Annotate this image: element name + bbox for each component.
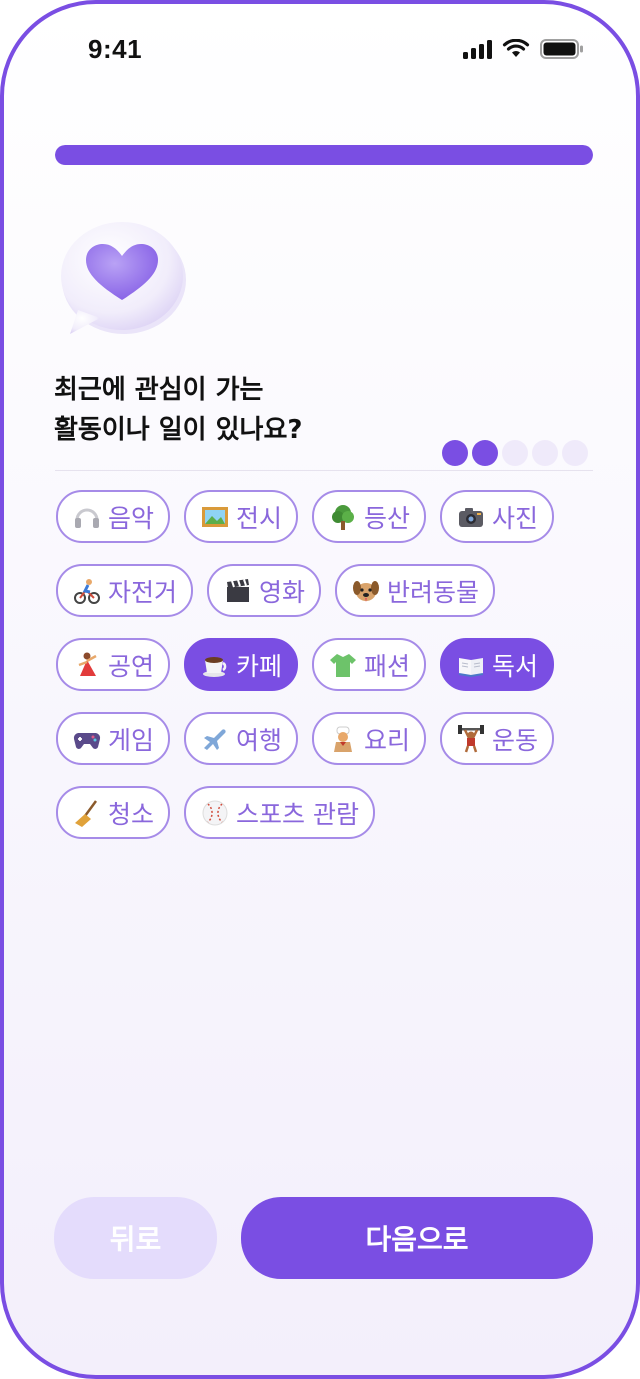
progress-fill [55, 145, 593, 165]
interest-chip-label: 게임 [108, 725, 155, 755]
interest-chip[interactable]: 자전거 [56, 564, 194, 617]
interest-chip[interactable]: 사진 [440, 490, 555, 543]
broom-icon [72, 798, 102, 828]
interest-chip[interactable]: 공연 [56, 638, 171, 691]
camera-icon [456, 502, 486, 532]
interest-chip[interactable]: 청소 [56, 786, 171, 839]
question-title: 최근에 관심이 가는 활동이나 일이 있나요? [54, 370, 434, 450]
divider [55, 470, 593, 471]
interest-chip-label: 카페 [236, 651, 283, 681]
dancer-icon [72, 650, 102, 680]
wifi-icon [502, 39, 530, 57]
tree-icon [328, 502, 358, 532]
interest-chip-label: 요리 [364, 725, 411, 755]
interest-chip[interactable]: 패션 [312, 638, 427, 691]
airplane-icon [200, 724, 230, 754]
step-indicator [442, 440, 588, 466]
interest-chip-label: 공연 [108, 651, 155, 681]
interest-chip-label: 청소 [108, 799, 155, 829]
battery-icon [540, 39, 583, 59]
interest-chip[interactable]: 카페 [184, 638, 299, 691]
weightlifter-icon [456, 724, 486, 754]
progress-bar [55, 145, 593, 165]
game-controller-icon [72, 724, 102, 754]
interest-chip[interactable]: 전시 [184, 490, 299, 543]
interest-chip-label: 스포츠 관람 [236, 799, 359, 829]
step-dot [502, 440, 528, 466]
interest-chip[interactable]: 음악 [56, 490, 171, 543]
step-dot [562, 440, 588, 466]
interest-chip-label: 음악 [108, 503, 155, 533]
interest-chip[interactable]: 반려동물 [335, 564, 496, 617]
interest-chip[interactable]: 운동 [440, 712, 555, 765]
interest-chip[interactable]: 등산 [312, 490, 427, 543]
phone-frame: 9:41 최근에 관심이 가는 활동이나 일이 있나요? 음악 전시 등산 사진… [0, 0, 640, 1379]
interest-chip-list: 음악 전시 등산 사진자전거 영화 반려동물공연 카페 패션 독서게임 여행 요리 운동청소 스포츠 관… [56, 490, 596, 839]
interest-chip-label: 운동 [492, 725, 539, 755]
back-button[interactable]: 뒤로 [54, 1197, 217, 1279]
interest-chip[interactable]: 게임 [56, 712, 171, 765]
interest-chip[interactable]: 여행 [184, 712, 299, 765]
interest-chip[interactable]: 스포츠 관람 [184, 786, 375, 839]
interest-chip-label: 자전거 [108, 577, 178, 607]
headphones-icon [72, 502, 102, 532]
interest-chip-label: 사진 [492, 503, 539, 533]
interest-chip[interactable]: 독서 [440, 638, 555, 691]
interest-chip[interactable]: 요리 [312, 712, 427, 765]
cook-icon [328, 724, 358, 754]
clapperboard-icon [223, 576, 253, 606]
dog-face-icon [351, 576, 381, 606]
baseball-icon [200, 798, 230, 828]
next-button[interactable]: 다음으로 [241, 1197, 593, 1279]
status-icons [463, 38, 584, 60]
interest-chip-label: 독서 [492, 651, 539, 681]
interest-chip-label: 등산 [364, 503, 411, 533]
interest-chip-label: 영화 [259, 577, 306, 607]
question-line-2: 활동이나 일이 있나요? [54, 415, 303, 445]
step-dot [472, 440, 498, 466]
heart-speech-bubble-icon [61, 222, 186, 334]
framed-picture-icon [200, 502, 230, 532]
interest-chip-label: 전시 [236, 503, 283, 533]
t-shirt-icon [328, 650, 358, 680]
interest-chip[interactable]: 영화 [207, 564, 322, 617]
cyclist-icon [72, 576, 102, 606]
open-book-icon [456, 650, 486, 680]
interest-chip-label: 반려동물 [387, 577, 480, 607]
question-line-1: 최근에 관심이 가는 [54, 375, 264, 405]
interest-chip-label: 패션 [364, 651, 411, 681]
interest-chip-label: 여행 [236, 725, 283, 755]
step-dot [532, 440, 558, 466]
step-dot [442, 440, 468, 466]
status-time: 9:41 [88, 34, 143, 64]
coffee-cup-icon [200, 650, 230, 680]
cellular-signal-icon [463, 39, 492, 59]
